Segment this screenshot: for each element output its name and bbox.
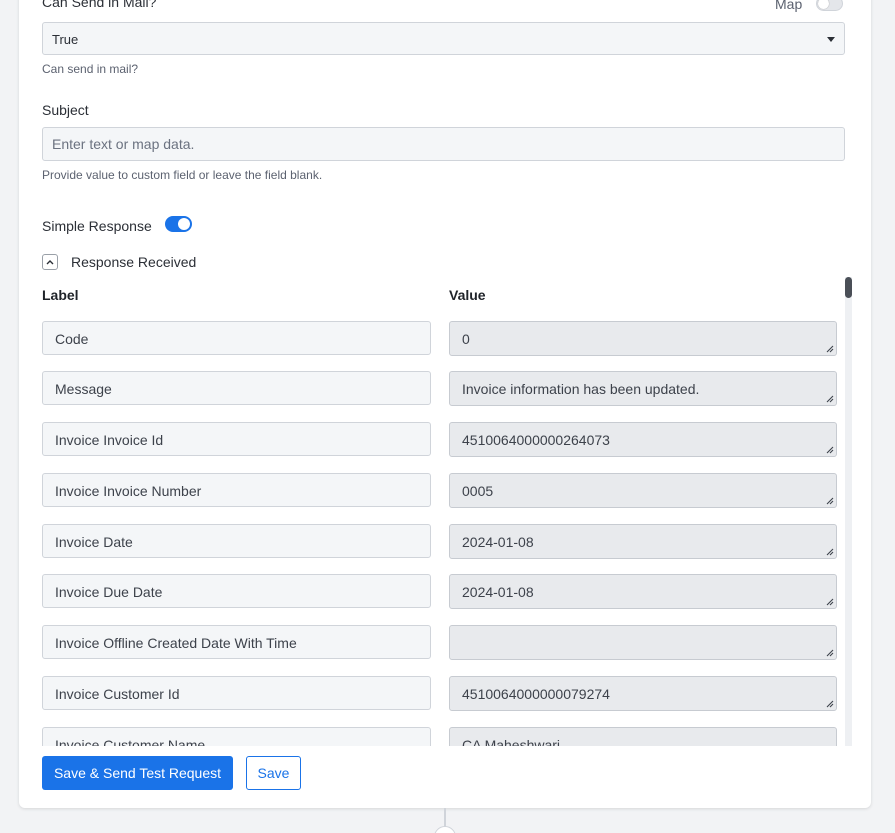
send-in-mail-help: Can send in mail? (42, 62, 139, 76)
value-column-header: Value (449, 287, 486, 303)
resize-grip-icon[interactable] (825, 547, 834, 556)
map-toggle[interactable] (816, 0, 843, 11)
response-value-field[interactable]: CA Maheshwari (449, 727, 837, 746)
response-label-field[interactable]: Invoice Invoice Number (42, 473, 431, 507)
subject-input[interactable] (42, 127, 845, 161)
resize-grip-icon[interactable] (825, 394, 834, 403)
response-row: Invoice Customer Id 4510064000000079274 (42, 676, 838, 712)
response-label-text: Invoice Offline Created Date With Time (55, 635, 297, 651)
response-value-text: 0005 (462, 483, 494, 499)
response-label-text: Code (55, 331, 89, 347)
response-value-text: 0 (462, 331, 470, 347)
resize-grip-icon[interactable] (825, 597, 834, 606)
response-value-text: 2024-01-08 (462, 534, 534, 550)
save-and-send-test-button[interactable]: Save & Send Test Request (42, 756, 233, 790)
response-row: Invoice Customer Name CA Maheshwari (42, 727, 838, 746)
resize-grip-icon[interactable] (825, 496, 834, 505)
subject-help: Provide value to custom field or leave t… (42, 168, 323, 182)
response-value-text: CA Maheshwari (462, 737, 561, 746)
resize-grip-icon[interactable] (825, 648, 834, 657)
response-value-text: 4510064000000079274 (462, 686, 610, 702)
response-label-field[interactable]: Message (42, 371, 431, 405)
response-value-field[interactable]: 0005 (449, 473, 837, 508)
response-row: Invoice Invoice Id 4510064000000264073 (42, 422, 838, 458)
response-row: Invoice Due Date 2024-01-08 (42, 574, 838, 610)
response-label-field[interactable]: Invoice Invoice Id (42, 422, 431, 456)
map-label: Map (775, 0, 803, 12)
response-value-field[interactable]: 0 (449, 321, 837, 356)
send-in-mail-select[interactable]: True (42, 22, 845, 55)
response-scrollbar-thumb[interactable] (845, 277, 852, 298)
response-label-text: Message (55, 381, 112, 397)
response-label-field[interactable]: Invoice Customer Id (42, 676, 431, 710)
response-label-field[interactable]: Invoice Customer Name (42, 727, 431, 746)
response-row: Invoice Date 2024-01-08 (42, 524, 838, 560)
response-label-text: Invoice Invoice Number (55, 483, 202, 499)
response-row: Invoice Invoice Number 0005 (42, 473, 838, 509)
response-row: Message Invoice information has been upd… (42, 371, 838, 407)
response-label-text: Invoice Customer Id (55, 686, 180, 702)
response-label-text: Invoice Customer Name (55, 737, 206, 746)
response-label-field[interactable]: Invoice Offline Created Date With Time (42, 625, 431, 659)
response-value-text: Invoice information has been updated. (462, 381, 700, 397)
response-label-text: Invoice Due Date (55, 584, 163, 600)
response-received-title: Response Received (71, 254, 197, 270)
response-label-text: Invoice Date (55, 534, 133, 550)
map-toggle-knob (818, 0, 829, 9)
simple-response-toggle-knob (178, 218, 190, 230)
response-value-field[interactable]: 4510064000000079274 (449, 676, 837, 711)
response-row: Code 0 (42, 321, 838, 357)
response-fields-list[interactable]: Code 0 Message Invoice information has b… (42, 321, 838, 746)
response-label-field[interactable]: Invoice Due Date (42, 574, 431, 608)
simple-response-label: Simple Response (42, 218, 152, 234)
response-label-field[interactable]: Code (42, 321, 431, 355)
response-value-field[interactable]: 4510064000000264073 (449, 422, 837, 457)
chevron-down-icon (827, 37, 835, 42)
send-in-mail-selected-value: True (52, 32, 79, 47)
flow-connector-node[interactable] (434, 826, 456, 833)
response-value-field[interactable]: 2024-01-08 (449, 524, 837, 559)
response-value-field[interactable]: 2024-01-08 (449, 574, 837, 609)
response-value-text: 2024-01-08 (462, 584, 534, 600)
response-value-field[interactable] (449, 625, 837, 660)
simple-response-toggle[interactable] (165, 216, 192, 232)
response-row: Invoice Offline Created Date With Time (42, 625, 838, 661)
response-value-text: 4510064000000264073 (462, 432, 610, 448)
resize-grip-icon[interactable] (825, 344, 834, 353)
resize-grip-icon[interactable] (825, 445, 834, 454)
response-value-field[interactable]: Invoice information has been updated. (449, 371, 837, 406)
subject-label: Subject (42, 102, 89, 118)
response-label-text: Invoice Invoice Id (55, 432, 164, 448)
save-button[interactable]: Save (246, 756, 301, 790)
response-label-field[interactable]: Invoice Date (42, 524, 431, 558)
label-column-header: Label (42, 287, 79, 303)
send-in-mail-title: Can Send in Mail? (42, 0, 157, 10)
chevron-up-icon (46, 260, 54, 265)
response-scrollbar-track[interactable] (845, 277, 852, 746)
resize-grip-icon[interactable] (825, 699, 834, 708)
collapse-response-button[interactable] (42, 254, 58, 270)
